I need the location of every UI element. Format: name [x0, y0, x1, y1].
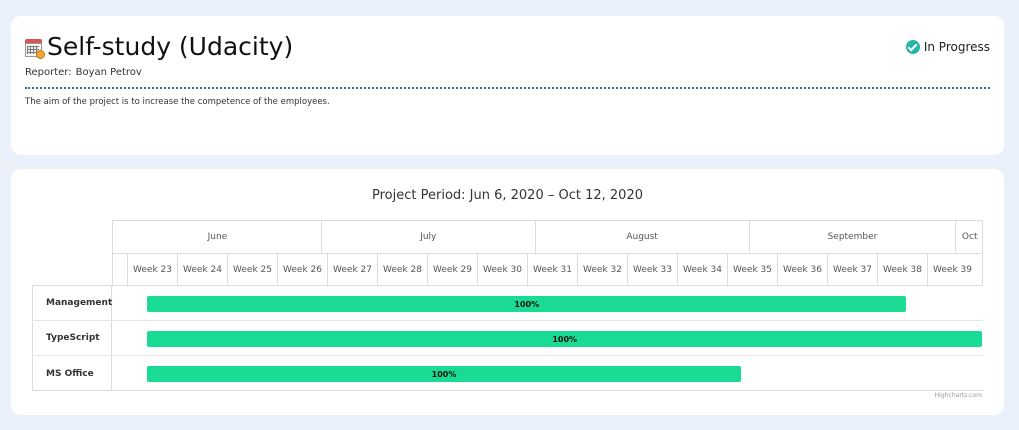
week-label: Week 31 [527, 254, 577, 285]
week-label: Week 25 [227, 254, 277, 285]
project-card: Self-study (Udacity) Reporter: Boyan Petr… [11, 16, 1004, 155]
month-label: September [748, 221, 956, 253]
week-label: Week 36 [777, 254, 827, 285]
project-title: Self-study (Udacity) [47, 32, 294, 61]
week-label: Week 33 [627, 254, 677, 285]
week-label: Week 28 [377, 254, 427, 285]
week-label: Week 30 [477, 254, 527, 285]
month-label: August [534, 221, 749, 253]
week-label: Week 24 [177, 254, 227, 285]
task-bar[interactable]: 100% [147, 296, 907, 312]
reporter-label: Reporter: [25, 67, 72, 78]
week-label: Week 26 [277, 254, 327, 285]
gantt-chart: June July August September Oct Week 23 Week 2… [32, 220, 983, 392]
week-label: Week 39 [927, 254, 977, 285]
calendar-clock-icon [25, 38, 45, 59]
gantt-chart-card: Project Period: Jun 6, 2020 – Oct 12, 20… [11, 169, 1004, 415]
month-label: Oct [955, 221, 983, 253]
month-header-row: June July August September Oct [112, 220, 983, 253]
task-completion-label: 100% [552, 334, 578, 344]
task-row: MS Office 100% [32, 356, 983, 391]
task-label: MS Office [32, 356, 112, 391]
month-label: June [207, 232, 228, 242]
chart-title: Project Period: Jun 6, 2020 – Oct 12, 20… [372, 188, 643, 203]
week-label: Week 27 [327, 254, 377, 285]
status-text: In Progress [923, 40, 990, 54]
task-label: TypeScript [32, 321, 112, 355]
title-row: Self-study (Udacity) [25, 32, 293, 61]
week-label: Week 38 [877, 254, 927, 285]
week-label: Week 35 [727, 254, 777, 285]
status-badge: In Progress [905, 40, 990, 54]
week-label: Week 23 [127, 254, 177, 285]
task-rows: Management 100% TypeScript 100% MS Office 100… [32, 285, 983, 391]
project-description: The aim of the project is to increase th… [25, 97, 330, 107]
week-label: Week 34 [677, 254, 727, 285]
check-circle-icon [905, 40, 920, 54]
divider [25, 87, 990, 89]
task-completion-label: 100% [514, 299, 540, 309]
month-label: July [320, 221, 535, 253]
week-header-row: Week 23 Week 24 Week 25 Week 26 Week 27 Week … [112, 253, 983, 285]
week-label: Week 32 [577, 254, 627, 285]
task-row: TypeScript 100% [32, 321, 983, 356]
task-completion-label: 100% [431, 369, 457, 379]
week-label: Week 29 [427, 254, 477, 285]
chart-credits[interactable]: Highcharts.com [935, 392, 982, 399]
reporter: Reporter: Boyan Petrov [25, 67, 142, 78]
task-label: Management [32, 286, 112, 320]
task-bar[interactable]: 100% [147, 331, 982, 347]
task-row: Management 100% [32, 286, 983, 321]
week-label: Week 37 [827, 254, 877, 285]
reporter-name: Boyan Petrov [75, 67, 142, 78]
task-bar[interactable]: 100% [147, 366, 741, 382]
